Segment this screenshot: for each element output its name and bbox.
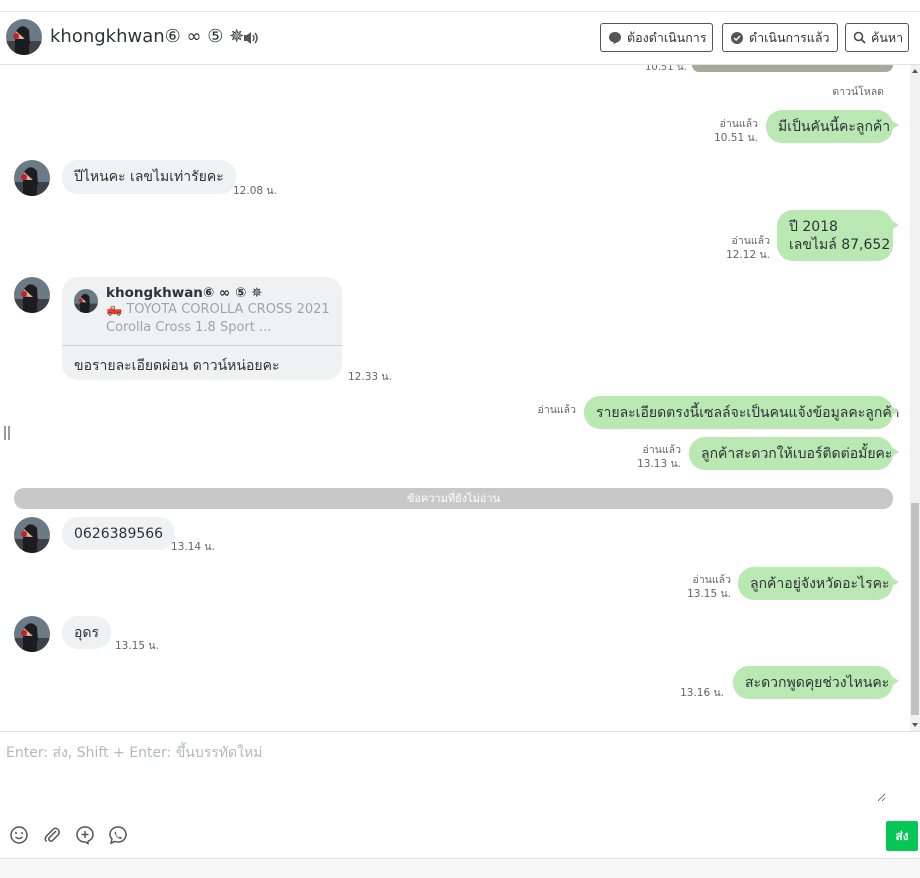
message-time: 13.15 น.: [687, 588, 731, 600]
message-text: ปีไหนคะ เลขไมเท่ารัยคะ: [74, 169, 224, 185]
contact-avatar[interactable]: [6, 19, 42, 55]
top-border: [0, 0, 920, 12]
message-composer: ส่ง: [0, 731, 920, 858]
message-text-line: เลขไมล์ 87,652: [789, 236, 891, 253]
message-input[interactable]: [6, 742, 886, 802]
contact-avatar[interactable]: [14, 277, 50, 313]
scroll-thumb[interactable]: [911, 503, 919, 715]
read-receipt: อ่านแล้ว: [537, 404, 576, 416]
message-list[interactable]: 10.51 น. ดาวน์โหลด อ่านแล้ว 10.51 น. มีเ…: [0, 65, 920, 731]
speaker-icon[interactable]: [242, 30, 260, 46]
quoted-sender: khongkhwan⑥ ∞ ⑤ ✵: [106, 285, 263, 301]
read-receipt: อ่านแล้ว: [719, 118, 758, 130]
outgoing-message[interactable]: มีเป็นคันนี้คะลูกค้า: [766, 110, 899, 143]
emoji-icon[interactable]: [9, 825, 29, 845]
message-meta: อ่านแล้ว 13.13 น.: [637, 443, 681, 471]
bottom-strip: [0, 858, 920, 878]
quoted-avatar: [74, 289, 98, 313]
message-meta: อ่านแล้ว 10.51 น.: [714, 117, 758, 145]
read-receipt: อ่านแล้ว: [692, 574, 731, 586]
check-bubble-icon: [731, 31, 743, 44]
quoted-text-line: Corolla Cross 1.8 Sport ...: [106, 320, 272, 335]
paperclip-icon[interactable]: [42, 825, 62, 845]
search-button[interactable]: ค้นหา: [845, 23, 909, 52]
todo-button[interactable]: ต้องดำเนินการ: [600, 23, 713, 52]
message-time: 10.51 น.: [714, 132, 758, 144]
message-time: 13.13 น.: [637, 458, 681, 470]
message-text: สะดวกพูดคุยช่วงไหนคะ: [745, 674, 890, 691]
message-time: 13.16 น.: [680, 687, 724, 699]
unread-divider: ข้อความที่ยังไม่อ่าน: [14, 488, 893, 509]
message-meta: อ่านแล้ว 13.15 น.: [687, 573, 731, 601]
image-message-edge[interactable]: [692, 65, 893, 72]
quoted-message[interactable]: khongkhwan⑥ ∞ ⑤ ✵ 🛻 TOYOTA COROLLA CROSS…: [62, 277, 342, 346]
message-time: 10.51 น.: [645, 65, 687, 73]
panel-resize-handle[interactable]: [4, 426, 10, 440]
incoming-message[interactable]: ปีไหนคะ เลขไมเท่ารัยคะ: [62, 160, 236, 194]
scroll-up-arrow[interactable]: [912, 69, 918, 73]
message-text: 0626389566: [74, 525, 164, 542]
message-text: มีเป็นคันนี้คะลูกค้า: [778, 118, 891, 135]
message-meta: อ่านแล้ว 12.12 น.: [726, 234, 770, 262]
message-text: ลูกค้าอยู่จังหวัดอะไรคะ: [750, 575, 890, 592]
quoted-text-line: 🛻 TOYOTA COROLLA CROSS 2021: [106, 302, 330, 317]
message-time: 12.12 น.: [726, 249, 770, 261]
message-time: 12.08 น.: [233, 185, 277, 197]
voice-call-icon[interactable]: [108, 825, 128, 845]
contact-name: khongkhwan⑥ ∞ ⑤ ✵: [50, 26, 245, 47]
plus-icon[interactable]: [75, 825, 95, 845]
chat-scrollbar[interactable]: [910, 65, 920, 731]
search-button-label: ค้นหา: [871, 29, 904, 45]
message-text: ลูกค้าสะดวกให้เบอร์ติดต่อมั้ยคะ: [701, 445, 893, 462]
message-text: อุดร: [74, 624, 100, 641]
outgoing-message[interactable]: ลูกค้าอยู่จังหวัดอะไรคะ: [738, 567, 899, 600]
message-text: รายละเอียดตรงนี้เซลล์จะเป็นคนแจ้งข้อมูลค…: [596, 404, 900, 421]
outgoing-message[interactable]: รายละเอียดตรงนี้เซลล์จะเป็นคนแจ้งข้อมูลค…: [584, 396, 900, 429]
outgoing-message[interactable]: ปี 2018 เลขไมล์ 87,652: [777, 210, 899, 261]
scroll-down-arrow[interactable]: [912, 723, 918, 727]
message-time: 12.33 น.: [348, 371, 392, 383]
speech-bubble-icon: [609, 31, 621, 44]
message-text: ขอรายละเอียดผ่อน ดาวน์หน่อยคะ: [74, 358, 280, 374]
read-receipt: อ่านแล้ว: [642, 444, 681, 456]
outgoing-message[interactable]: สะดวกพูดคุยช่วงไหนคะ: [733, 666, 899, 699]
done-button-label: ดำเนินการแล้ว: [749, 29, 830, 45]
message-time: 13.14 น.: [171, 541, 215, 553]
outgoing-message[interactable]: ลูกค้าสะดวกให้เบอร์ติดต่อมั้ยคะ: [689, 437, 899, 470]
contact-avatar[interactable]: [14, 160, 50, 196]
incoming-message[interactable]: อุดร: [62, 616, 112, 649]
read-receipt: อ่านแล้ว: [731, 235, 770, 247]
search-icon: [853, 31, 866, 44]
reply-message[interactable]: khongkhwan⑥ ∞ ⑤ ✵ 🛻 TOYOTA COROLLA CROSS…: [62, 277, 342, 380]
incoming-message[interactable]: 0626389566: [62, 517, 176, 550]
done-button[interactable]: ดำเนินการแล้ว: [722, 23, 838, 52]
chat-header: khongkhwan⑥ ∞ ⑤ ✵ ต้องดำเนินการ ดำเนินกา…: [0, 12, 920, 65]
send-button[interactable]: ส่ง: [886, 821, 918, 851]
download-link[interactable]: ดาวน์โหลด: [832, 83, 884, 100]
message-time: 13.15 น.: [115, 640, 159, 652]
message-text-line: ปี 2018: [789, 218, 838, 235]
todo-button-label: ต้องดำเนินการ: [627, 29, 707, 45]
contact-avatar[interactable]: [14, 616, 50, 652]
contact-avatar[interactable]: [14, 517, 50, 553]
